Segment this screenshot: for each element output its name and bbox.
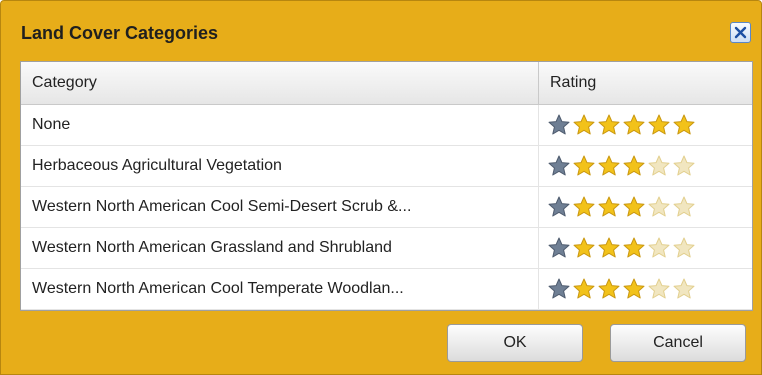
rating-cell[interactable] bbox=[539, 146, 752, 186]
star-filled-icon[interactable] bbox=[597, 154, 621, 178]
table-row[interactable]: Herbaceous Agricultural Vegetation bbox=[21, 146, 752, 187]
star-filled-icon[interactable] bbox=[597, 195, 621, 219]
star-filled-icon[interactable] bbox=[622, 195, 646, 219]
close-icon bbox=[734, 26, 747, 39]
star-filled-icon[interactable] bbox=[622, 113, 646, 137]
rating-cell[interactable] bbox=[539, 105, 752, 145]
grid-body: None Herbaceous Agricultural Vegetation We… bbox=[21, 105, 752, 310]
star-filled-icon[interactable] bbox=[622, 154, 646, 178]
star-empty-icon[interactable] bbox=[672, 277, 696, 301]
cancel-button[interactable]: Cancel bbox=[610, 324, 746, 362]
table-row[interactable]: Western North American Cool Temperate Wo… bbox=[21, 269, 752, 310]
star-filled-icon[interactable] bbox=[547, 154, 571, 178]
category-cell: Western North American Cool Temperate Wo… bbox=[21, 269, 539, 309]
star-filled-icon[interactable] bbox=[572, 277, 596, 301]
star-filled-icon[interactable] bbox=[597, 113, 621, 137]
star-filled-icon[interactable] bbox=[547, 113, 571, 137]
star-filled-icon[interactable] bbox=[547, 195, 571, 219]
star-rating[interactable] bbox=[539, 187, 752, 227]
rating-cell[interactable] bbox=[539, 228, 752, 268]
land-cover-dialog: Land Cover Categories Category Rating No… bbox=[0, 0, 762, 375]
category-cell: Western North American Cool Semi-Desert … bbox=[21, 187, 539, 227]
ok-button[interactable]: OK bbox=[447, 324, 583, 362]
star-filled-icon[interactable] bbox=[672, 113, 696, 137]
star-empty-icon[interactable] bbox=[647, 236, 671, 260]
grid-header: Category Rating bbox=[21, 62, 752, 105]
category-grid: Category Rating None Herbaceous Agricultu… bbox=[20, 61, 753, 311]
star-filled-icon[interactable] bbox=[597, 277, 621, 301]
star-filled-icon[interactable] bbox=[547, 277, 571, 301]
star-filled-icon[interactable] bbox=[572, 154, 596, 178]
star-filled-icon[interactable] bbox=[572, 236, 596, 260]
star-rating[interactable] bbox=[539, 269, 752, 309]
star-filled-icon[interactable] bbox=[572, 113, 596, 137]
star-filled-icon[interactable] bbox=[597, 236, 621, 260]
star-filled-icon[interactable] bbox=[572, 195, 596, 219]
column-header-rating[interactable]: Rating bbox=[539, 62, 752, 104]
star-empty-icon[interactable] bbox=[647, 154, 671, 178]
category-cell: Western North American Grassland and Shr… bbox=[21, 228, 539, 268]
table-row[interactable]: Western North American Grassland and Shr… bbox=[21, 228, 752, 269]
rating-cell[interactable] bbox=[539, 187, 752, 227]
table-row[interactable]: Western North American Cool Semi-Desert … bbox=[21, 187, 752, 228]
dialog-titlebar[interactable]: Land Cover Categories bbox=[1, 1, 761, 57]
close-button[interactable] bbox=[730, 22, 751, 43]
star-empty-icon[interactable] bbox=[672, 154, 696, 178]
category-cell: None bbox=[21, 105, 539, 145]
star-empty-icon[interactable] bbox=[647, 195, 671, 219]
star-filled-icon[interactable] bbox=[547, 236, 571, 260]
star-empty-icon[interactable] bbox=[647, 277, 671, 301]
star-rating[interactable] bbox=[539, 228, 752, 268]
rating-cell[interactable] bbox=[539, 269, 752, 309]
column-header-category[interactable]: Category bbox=[21, 62, 539, 104]
star-empty-icon[interactable] bbox=[672, 236, 696, 260]
category-cell: Herbaceous Agricultural Vegetation bbox=[21, 146, 539, 186]
dialog-title: Land Cover Categories bbox=[21, 23, 219, 43]
star-rating[interactable] bbox=[539, 146, 752, 186]
star-filled-icon[interactable] bbox=[622, 236, 646, 260]
star-empty-icon[interactable] bbox=[672, 195, 696, 219]
star-rating[interactable] bbox=[539, 105, 752, 145]
table-row[interactable]: None bbox=[21, 105, 752, 146]
star-filled-icon[interactable] bbox=[622, 277, 646, 301]
star-filled-icon[interactable] bbox=[647, 113, 671, 137]
